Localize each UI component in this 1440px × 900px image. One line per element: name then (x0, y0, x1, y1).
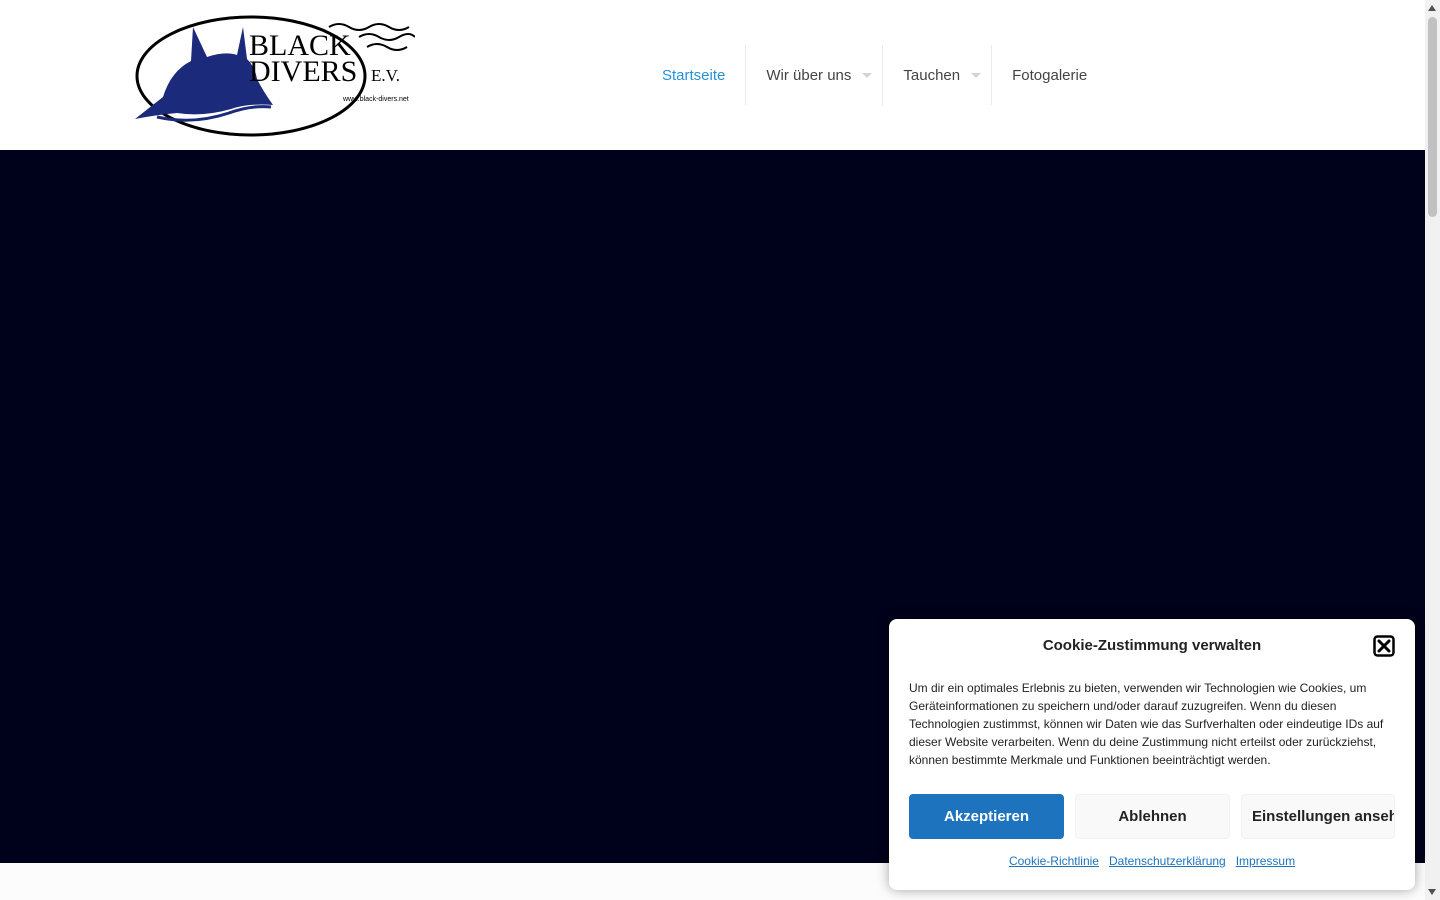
scroll-up-icon[interactable] (1428, 5, 1436, 11)
logo-line2: DIVERS (249, 55, 357, 88)
accept-button[interactable]: Akzeptieren (909, 794, 1064, 839)
nav-item-label: Fotogalerie (1012, 66, 1088, 84)
nav-item-startseite[interactable]: Startseite (642, 45, 745, 105)
nav-item-tauchen[interactable]: Tauchen (882, 45, 991, 105)
nav-item-wir-ueber-uns[interactable]: Wir über uns (745, 45, 882, 105)
cookie-message: Um dir ein optimales Erlebnis zu bieten,… (909, 681, 1384, 767)
cookie-links: Cookie-Richtlinie Datenschutzerklärung I… (889, 854, 1415, 868)
scrollbar-thumb[interactable] (1428, 17, 1437, 217)
logo-url: www.black-divers.net (342, 96, 409, 103)
chevron-down-icon (971, 73, 982, 78)
close-icon[interactable] (1373, 635, 1395, 657)
logo-suffix: E.V. (371, 66, 400, 85)
imprint-link[interactable]: Impressum (1236, 854, 1295, 868)
main-nav: Startseite Wir über uns Tauchen Fotogale… (642, 45, 1107, 105)
nav-item-label: Tauchen (903, 66, 961, 84)
view-settings-button[interactable]: Einstellungen ansehen (1241, 794, 1395, 839)
site-header: BLACK DIVERS E.V. www.black-divers.net S… (0, 0, 1425, 150)
nav-item-label: Startseite (662, 66, 726, 84)
nav-item-fotogalerie[interactable]: Fotogalerie (991, 45, 1107, 105)
black-divers-logo[interactable]: BLACK DIVERS E.V. www.black-divers.net (133, 13, 415, 139)
chevron-down-icon (862, 73, 873, 78)
deny-button[interactable]: Ablehnen (1075, 794, 1230, 839)
scroll-down-icon[interactable] (1428, 889, 1436, 895)
cookie-consent-dialog: Cookie-Zustimmung verwalten Um dir ein o… (889, 619, 1415, 890)
page-scrollbar[interactable] (1425, 0, 1440, 900)
cookie-policy-link[interactable]: Cookie-Richtlinie (1009, 854, 1099, 868)
cookie-title: Cookie-Zustimmung verwalten (1042, 637, 1262, 654)
privacy-policy-link[interactable]: Datenschutzerklärung (1109, 854, 1226, 868)
nav-item-label: Wir über uns (766, 66, 852, 84)
